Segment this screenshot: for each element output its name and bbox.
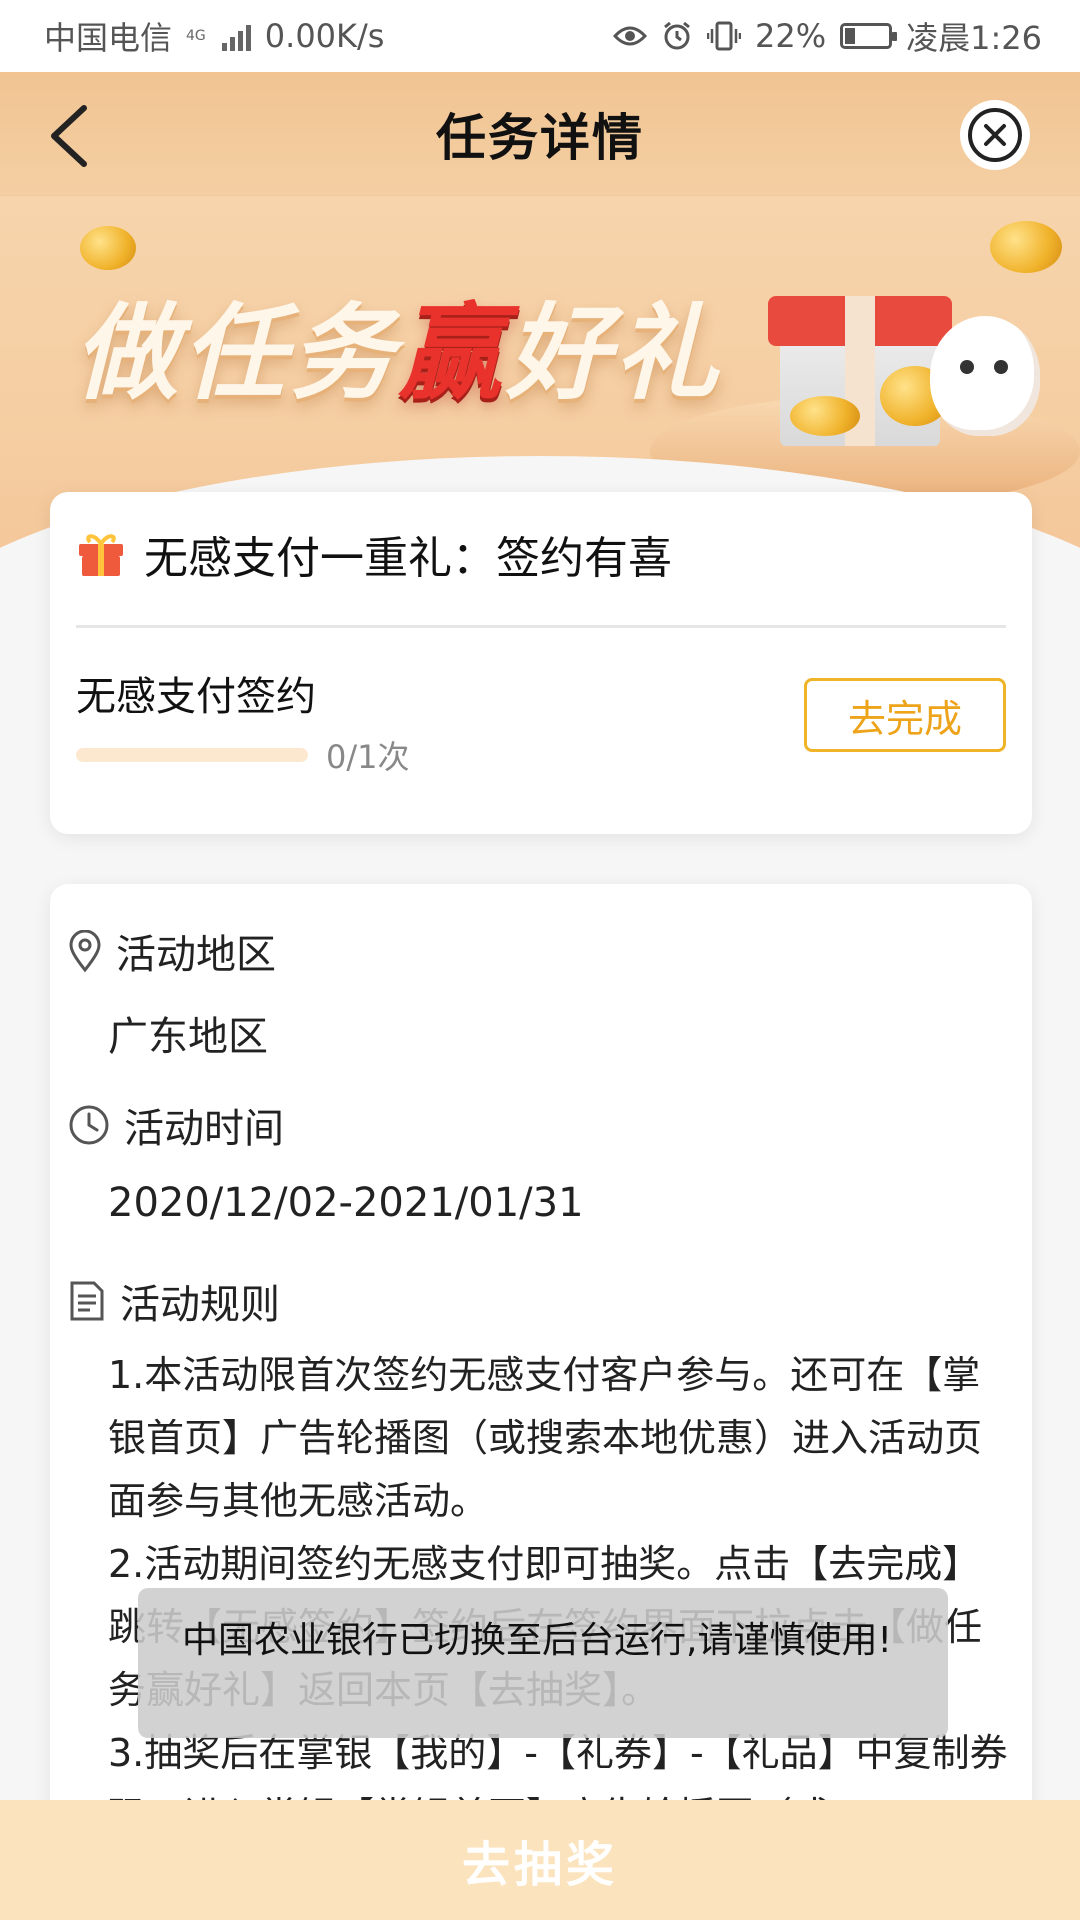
activity-info-card: 活动地区 广东地区 活动时间 2020/12/02-2021/01/31 活动规… — [50, 884, 1032, 1920]
time-value: 2020/12/02-2021/01/31 — [108, 1180, 584, 1226]
network-type: 4G — [186, 28, 206, 44]
status-bar: 中国电信 4G 0.00K/s 22% 凌晨1:26 — [0, 0, 1080, 72]
region-label: 活动地区 — [116, 932, 276, 978]
close-button[interactable] — [960, 100, 1030, 170]
page-title: 任务详情 — [436, 108, 644, 167]
alarm-icon — [664, 21, 690, 50]
time-label: 活动时间 — [124, 1106, 284, 1152]
signal-icon — [221, 21, 251, 51]
clock-icon — [69, 1105, 109, 1145]
complete-task-button[interactable]: 去完成 — [804, 678, 1006, 752]
coin-stack-icon — [790, 396, 860, 436]
gift-icon — [79, 534, 123, 576]
time-section-head: 活动时间 — [68, 1096, 284, 1154]
battery-percent: 22% — [755, 17, 827, 55]
task-progress-text: 0/1次 — [326, 738, 410, 776]
page-header: 任务详情 — [0, 72, 1080, 196]
banner-slogan-highlight: 赢 — [398, 292, 507, 414]
status-bar-right: 22% 凌晨1:26 — [613, 13, 1042, 59]
banner-slogan-prefix: 做任务 — [74, 292, 399, 414]
battery-icon — [840, 23, 898, 49]
rules-section-head: 活动规则 — [68, 1272, 280, 1330]
back-button[interactable] — [40, 100, 110, 170]
banner-slogan: 做任务赢好礼 — [74, 268, 722, 419]
task-card: 无感支付一重礼：签约有喜 无感支付签约 0/1次 去完成 — [50, 492, 1032, 834]
rules-label: 活动规则 — [120, 1282, 280, 1328]
status-bar-left: 中国电信 4G 0.00K/s — [44, 13, 384, 59]
clock: 凌晨1:26 — [906, 19, 1042, 57]
carrier-label: 中国电信 — [44, 19, 173, 57]
location-pin-icon — [69, 930, 101, 972]
draw-lottery-button[interactable]: 去抽奖 — [0, 1800, 1080, 1920]
region-value: 广东地区 — [108, 1014, 268, 1060]
coin-icon — [990, 221, 1062, 273]
coin-icon — [80, 226, 136, 270]
chevron-left-icon — [51, 105, 87, 167]
vibrate-icon — [707, 21, 741, 51]
region-section-head: 活动地区 — [68, 922, 276, 980]
task-name: 无感支付签约 — [76, 674, 316, 720]
rule-item: 1.本活动限首次签约无感支付客户参与。还可在【掌银首页】广告轮播图（或搜索本地优… — [108, 1353, 983, 1523]
document-icon — [70, 1281, 104, 1321]
mascot-illustration — [930, 316, 1040, 436]
close-icon — [968, 108, 1022, 162]
banner-slogan-suffix: 好礼 — [506, 292, 723, 414]
toast-message: 中国农业银行已切换至后台运行,请谨慎使用! — [138, 1588, 948, 1738]
task-progress-bar — [76, 748, 308, 762]
task-title: 无感支付一重礼：签约有喜 — [144, 533, 672, 584]
eye-icon — [613, 26, 647, 46]
divider — [76, 625, 1006, 628]
network-speed: 0.00K/s — [264, 17, 385, 55]
draw-lottery-label: 去抽奖 — [461, 1837, 618, 1893]
task-title-row: 无感支付一重礼：签约有喜 — [76, 522, 1006, 586]
